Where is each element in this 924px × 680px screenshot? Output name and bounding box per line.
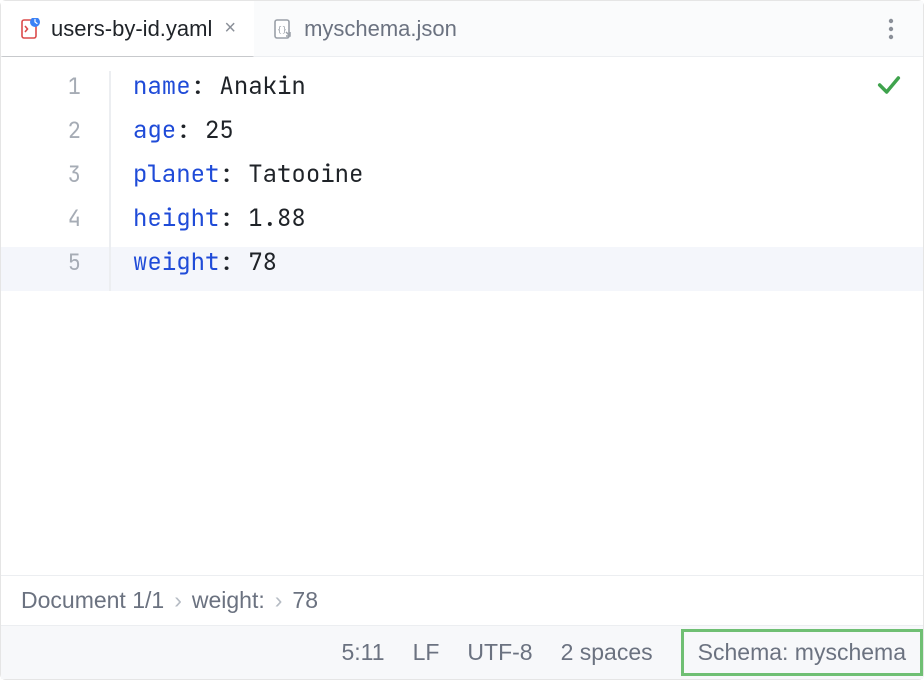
editor-lines: 1 name: Anakin 2 age: 25 3 planet: Tatoo… <box>1 57 923 291</box>
editor-line[interactable]: 4 height: 1.88 <box>1 203 923 247</box>
editor-line[interactable]: 5 weight: 78 <box>1 247 923 291</box>
svg-text:{}: {} <box>277 25 287 34</box>
file-encoding[interactable]: UTF-8 <box>467 639 532 666</box>
schema-indicator[interactable]: Schema: myschema <box>681 629 923 676</box>
tab-bar: users-by-id.yaml × {} myschema.json <box>1 1 923 57</box>
line-separator[interactable]: LF <box>413 639 440 666</box>
indent-setting[interactable]: 2 spaces <box>561 639 653 666</box>
yaml-file-icon <box>19 18 41 40</box>
editor-line[interactable]: 3 planet: Tatooine <box>1 159 923 203</box>
code-content: planet: Tatooine <box>111 159 363 190</box>
validation-ok-icon <box>875 71 903 107</box>
tab-label: users-by-id.yaml <box>51 16 212 42</box>
chevron-right-icon: › <box>275 587 283 614</box>
json-file-icon: {} <box>272 18 294 40</box>
close-icon[interactable]: × <box>224 17 236 40</box>
breadcrumb-value[interactable]: 78 <box>292 587 318 614</box>
editor-line[interactable]: 2 age: 25 <box>1 115 923 159</box>
tab-label: myschema.json <box>304 16 457 42</box>
tab-myschema-json[interactable]: {} myschema.json <box>254 1 475 56</box>
cursor-position[interactable]: 5:11 <box>342 639 385 666</box>
line-number: 4 <box>1 204 109 233</box>
line-number: 1 <box>1 72 109 101</box>
status-bar: 5:11 LF UTF-8 2 spaces Schema: myschema <box>1 625 923 679</box>
chevron-right-icon: › <box>174 587 182 614</box>
code-content: age: 25 <box>111 115 234 146</box>
breadcrumb-document[interactable]: Document 1/1 <box>21 587 164 614</box>
tab-users-by-id-yaml[interactable]: users-by-id.yaml × <box>1 1 254 56</box>
line-number: 5 <box>1 248 109 277</box>
breadcrumb-key[interactable]: weight: <box>192 587 265 614</box>
line-number: 2 <box>1 116 109 145</box>
breadcrumb: Document 1/1 › weight: › 78 <box>1 575 923 625</box>
code-content: name: Anakin <box>111 71 306 102</box>
editor-line[interactable]: 1 name: Anakin <box>1 71 923 115</box>
line-number: 3 <box>1 160 109 189</box>
code-content: height: 1.88 <box>111 203 306 234</box>
code-content: weight: 78 <box>111 247 277 278</box>
tab-options-button[interactable] <box>873 11 909 47</box>
code-editor[interactable]: 1 name: Anakin 2 age: 25 3 planet: Tatoo… <box>1 57 923 575</box>
